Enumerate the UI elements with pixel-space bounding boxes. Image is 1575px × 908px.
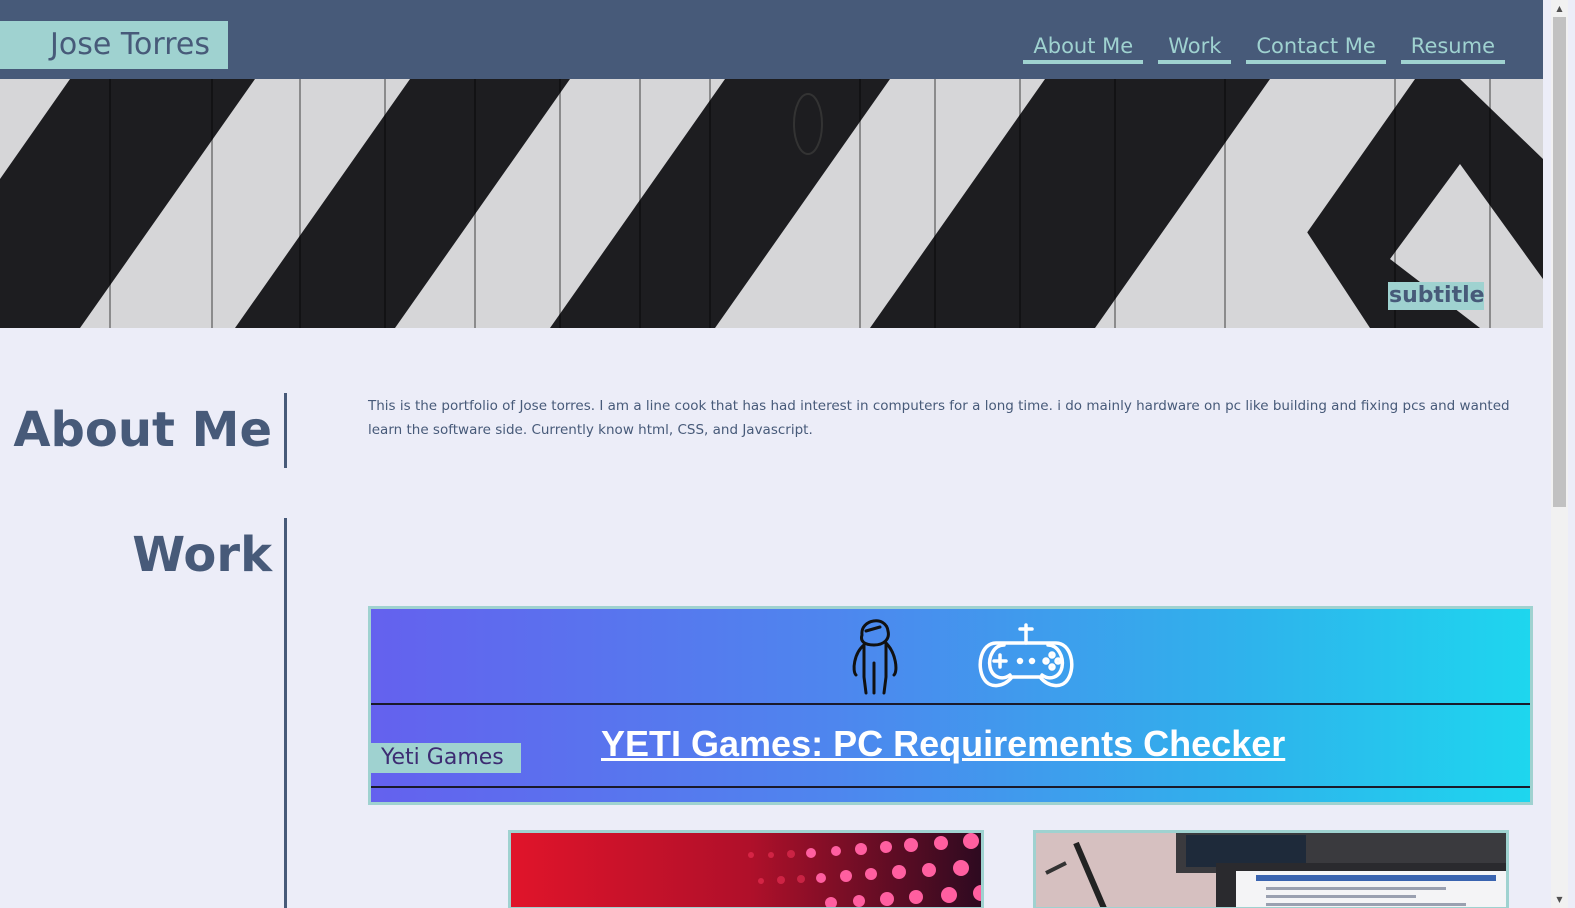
work-heading: Work [132, 527, 272, 583]
hero-banner [0, 79, 1543, 328]
featured-project-link[interactable]: YETI Games: PC Requirements Checker [601, 723, 1285, 765]
about-divider [284, 393, 287, 468]
nav-contact-me[interactable]: Contact Me [1246, 33, 1386, 64]
about-heading: About Me [13, 402, 272, 458]
nav-about-me[interactable]: About Me [1023, 33, 1144, 64]
project-card-led[interactable] [508, 830, 984, 908]
striped-wood-background [0, 79, 1543, 328]
scroll-down-arrow-icon[interactable]: ▼ [1551, 891, 1568, 908]
site-header: Jose Torres About Me Work Contact Me Res… [0, 0, 1543, 79]
hero-subtitle: subtitle [1388, 282, 1485, 310]
gamepad-icon [978, 623, 1074, 688]
yeti-icon [852, 619, 898, 695]
featured-divider-bottom [371, 786, 1530, 788]
site-brand[interactable]: Jose Torres [0, 21, 228, 69]
about-paragraph: This is the portfolio of Jose torres. I … [368, 398, 1510, 438]
nav-work[interactable]: Work [1158, 33, 1232, 64]
led-lights-image [511, 833, 981, 907]
featured-project-card[interactable]: YETI Games: PC Requirements Checker Yeti… [368, 606, 1533, 805]
scroll-thumb[interactable] [1553, 17, 1566, 507]
work-divider [284, 518, 287, 908]
featured-divider-top [371, 703, 1530, 705]
laptop-screen-image [1036, 833, 1506, 907]
page-scrollbar[interactable]: ▲ ▼ [1551, 0, 1568, 908]
project-card-laptop[interactable] [1033, 830, 1509, 908]
scroll-up-arrow-icon[interactable]: ▲ [1551, 0, 1568, 17]
featured-project-label: Yeti Games [369, 743, 521, 773]
nav-resume[interactable]: Resume [1400, 33, 1505, 64]
main-nav: About Me Work Contact Me Resume [1023, 33, 1505, 64]
